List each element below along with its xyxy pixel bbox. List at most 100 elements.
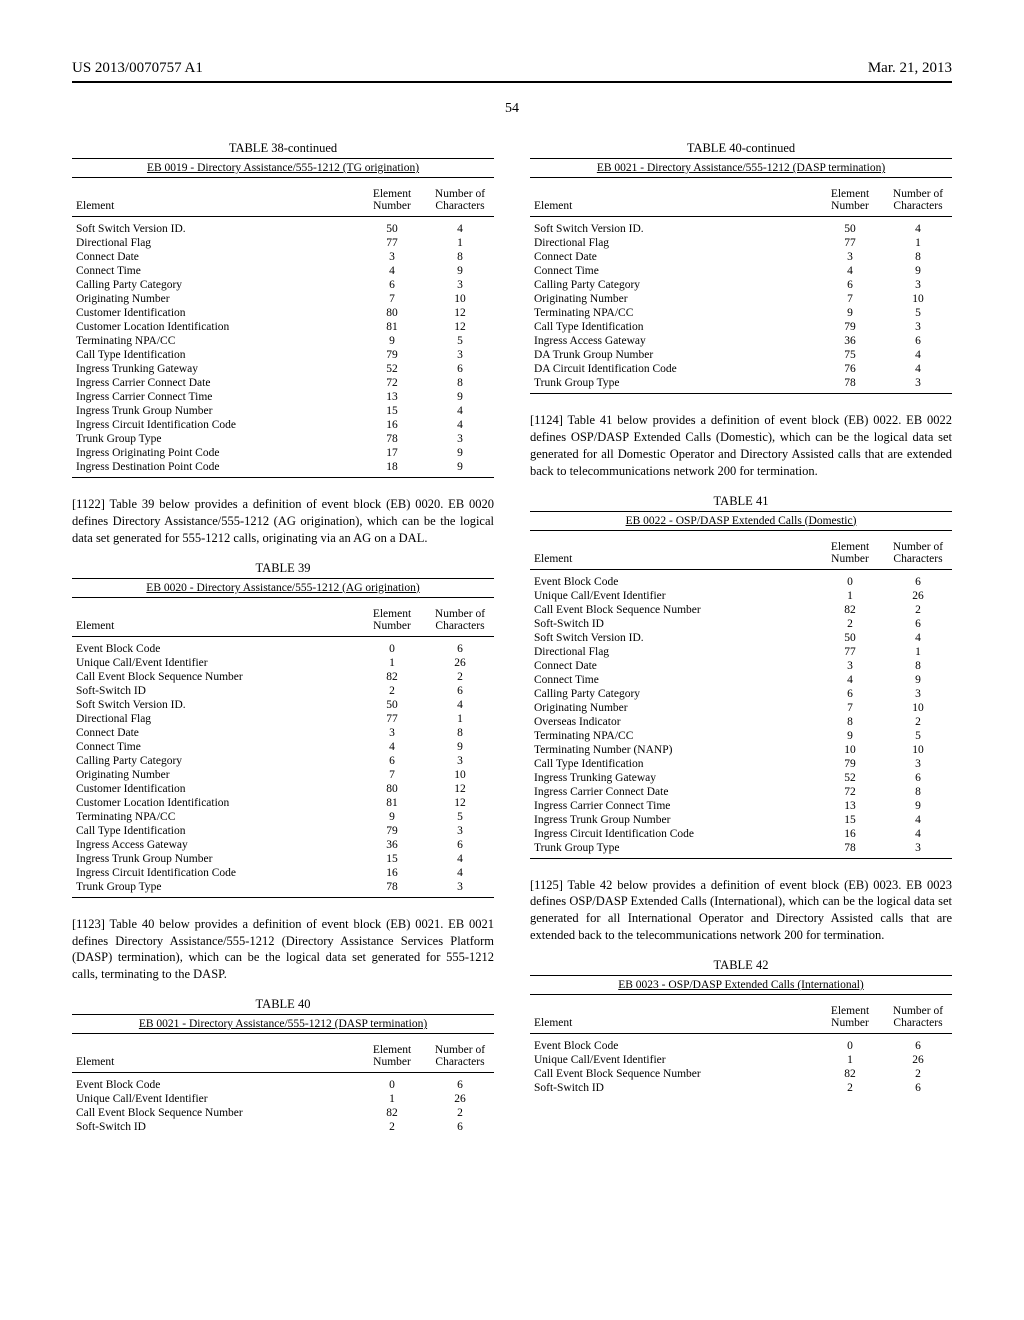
table-row: Soft Switch Version ID.504 [72,698,494,712]
left-column: TABLE 38-continued EB 0019 - Directory A… [72,141,494,1152]
para-1124: [1124] Table 41 below provides a definit… [530,412,952,480]
table-38c: EB 0019 - Directory Assistance/555-1212 … [72,158,494,478]
table-row: Ingress Trunk Group Number154 [72,404,494,418]
table-row: Ingress Circuit Identification Code164 [72,866,494,880]
table-39t: EB 0020 - Directory Assistance/555-1212 … [72,578,494,898]
table-row: Event Block Code06 [72,1073,494,1093]
patent-page: US 2013/0070757 A1 Mar. 21, 2013 54 TABL… [0,0,1024,1192]
table-row: Event Block Code06 [72,636,494,656]
table-40: TABLE 40 EB 0021 - Directory Assistance/… [72,997,494,1134]
table-row: Unique Call/Event Identifier126 [72,656,494,670]
table-row: Unique Call/Event Identifier126 [530,589,952,603]
table-row: Directional Flag771 [530,236,952,250]
two-column-layout: TABLE 38-continued EB 0019 - Directory A… [72,141,952,1152]
table-row: Calling Party Category63 [530,278,952,292]
table-40-continued: TABLE 40-continued EB 0021 - Directory A… [530,141,952,394]
table-row: Overseas Indicator82 [530,715,952,729]
table-row: Calling Party Category63 [530,687,952,701]
table-row: Soft-Switch ID26 [72,1120,494,1134]
table-40c: EB 0021 - Directory Assistance/555-1212 … [530,158,952,394]
table-row: Customer Location Identification8112 [72,320,494,334]
table-42: TABLE 42 EB 0023 - OSP/DASP Extended Cal… [530,958,952,1095]
table-row: Trunk Group Type783 [530,841,952,859]
table-row: Connect Time49 [72,264,494,278]
table-row: Ingress Originating Point Code179 [72,446,494,460]
table-row: Call Event Block Sequence Number822 [530,1067,952,1081]
table-row: Connect Time49 [530,264,952,278]
table-row: Ingress Access Gateway366 [72,838,494,852]
table-row: Terminating NPA/CC95 [72,334,494,348]
table-row: Trunk Group Type783 [72,880,494,898]
table-row: Ingress Access Gateway366 [530,334,952,348]
table-40t: EB 0021 - Directory Assistance/555-1212 … [72,1014,494,1134]
table-row: Customer Identification8012 [72,306,494,320]
page-number: 54 [72,101,952,117]
table-row: Ingress Destination Point Code189 [72,460,494,478]
publication-date: Mar. 21, 2013 [868,60,952,77]
publication-number: US 2013/0070757 A1 [72,60,203,77]
table-row: Event Block Code06 [530,1034,952,1054]
table-row: Connect Date38 [72,726,494,740]
table-row: Customer Location Identification8112 [72,796,494,810]
table-row: Terminating NPA/CC95 [72,810,494,824]
table-row: Connect Date38 [530,250,952,264]
table-row: Call Type Identification793 [72,824,494,838]
table-row: Ingress Carrier Connect Time139 [72,390,494,404]
table-row: Connect Time49 [72,740,494,754]
table-row: Ingress Trunking Gateway526 [72,362,494,376]
para-1123: [1123] Table 40 below provides a definit… [72,916,494,984]
table-row: Soft Switch Version ID.504 [530,217,952,237]
right-column: TABLE 40-continued EB 0021 - Directory A… [530,141,952,1152]
table-row: Call Event Block Sequence Number822 [72,670,494,684]
table-row: Call Event Block Sequence Number822 [530,603,952,617]
table-row: Terminating Number (NANP)1010 [530,743,952,757]
table-row: Directional Flag771 [530,645,952,659]
para-1122: [1122] Table 39 below provides a definit… [72,496,494,547]
table-41: TABLE 41 EB 0022 - OSP/DASP Extended Cal… [530,494,952,859]
table-row: Unique Call/Event Identifier126 [530,1053,952,1067]
table-label: TABLE 39 [72,561,494,576]
table-row: Soft Switch Version ID.504 [72,217,494,237]
table-row: Call Event Block Sequence Number822 [72,1106,494,1120]
table-row: Terminating NPA/CC95 [530,729,952,743]
table-row: Ingress Circuit Identification Code164 [72,418,494,432]
table-row: Ingress Trunk Group Number154 [530,813,952,827]
table-row: Connect Time49 [530,673,952,687]
table-row: Ingress Trunking Gateway526 [530,771,952,785]
table-row: Ingress Trunk Group Number154 [72,852,494,866]
table-row: Ingress Carrier Connect Date728 [530,785,952,799]
table-row: Trunk Group Type783 [72,432,494,446]
para-1125: [1125] Table 42 below provides a definit… [530,877,952,945]
table-row: DA Circuit Identification Code764 [530,362,952,376]
table-label: TABLE 38-continued [72,141,494,156]
table-row: Directional Flag771 [72,236,494,250]
table-row: Originating Number710 [72,768,494,782]
table-row: Originating Number710 [72,292,494,306]
table-row: Originating Number710 [530,292,952,306]
document-header: US 2013/0070757 A1 Mar. 21, 2013 [72,60,952,77]
table-row: Trunk Group Type783 [530,376,952,394]
table-row: Call Type Identification793 [530,320,952,334]
table-41t: EB 0022 - OSP/DASP Extended Calls (Domes… [530,511,952,859]
table-42t: EB 0023 - OSP/DASP Extended Calls (Inter… [530,975,952,1095]
table-row: Calling Party Category63 [72,754,494,768]
table-row: Terminating NPA/CC95 [530,306,952,320]
table-row: Call Type Identification793 [72,348,494,362]
table-label: TABLE 40-continued [530,141,952,156]
header-rule [72,81,952,83]
table-row: Event Block Code06 [530,569,952,589]
table-row: Calling Party Category63 [72,278,494,292]
table-label: TABLE 40 [72,997,494,1012]
table-row: Directional Flag771 [72,712,494,726]
table-39: TABLE 39 EB 0020 - Directory Assistance/… [72,561,494,898]
table-row: Connect Date38 [530,659,952,673]
table-row: Soft-Switch ID26 [530,1081,952,1095]
table-row: Soft Switch Version ID.504 [530,631,952,645]
table-38-continued: TABLE 38-continued EB 0019 - Directory A… [72,141,494,478]
table-row: Ingress Carrier Connect Time139 [530,799,952,813]
table-row: Customer Identification8012 [72,782,494,796]
table-row: Ingress Carrier Connect Date728 [72,376,494,390]
table-row: Originating Number710 [530,701,952,715]
table-row: Soft-Switch ID26 [530,617,952,631]
table-row: Soft-Switch ID26 [72,684,494,698]
